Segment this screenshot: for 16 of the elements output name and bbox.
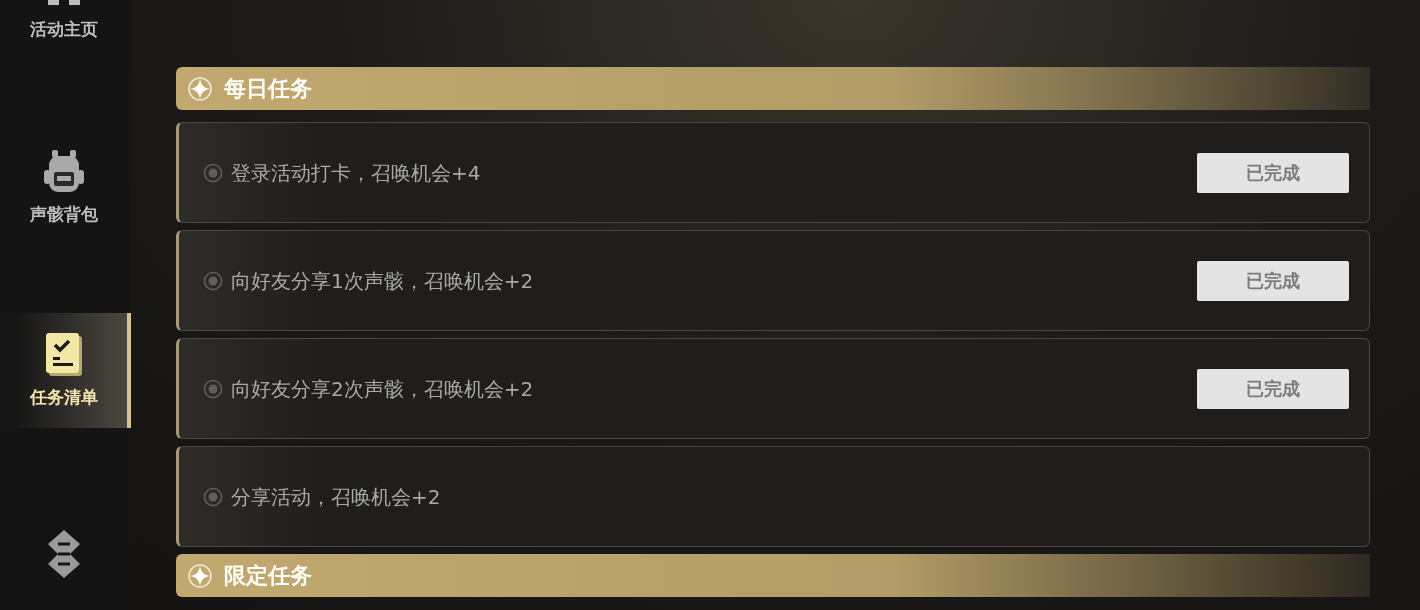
task-text: 登录活动打卡，召唤机会+4: [231, 159, 482, 187]
checklist-icon: [43, 330, 84, 377]
task-text: 向好友分享2次声骸，召唤机会+2: [231, 375, 535, 403]
bullet-icon: [203, 162, 223, 183]
sidebar-item[interactable]: 活动主页: [0, 0, 131, 63]
task-text: 向好友分享1次声骸，召唤机会+2: [231, 267, 535, 295]
bullet-icon: [203, 270, 223, 291]
star-icon: [188, 76, 212, 101]
bullet-icon: [203, 486, 223, 507]
bullet-icon: [203, 378, 223, 399]
star-icon: [188, 563, 212, 588]
section-title: 限定任务: [224, 562, 312, 590]
section-title: 每日任务: [224, 75, 312, 103]
backpack-icon: [41, 148, 86, 194]
sidebar-item[interactable]: 声骸背包: [0, 130, 131, 245]
task-text: 分享活动，召唤机会+2: [231, 483, 442, 511]
